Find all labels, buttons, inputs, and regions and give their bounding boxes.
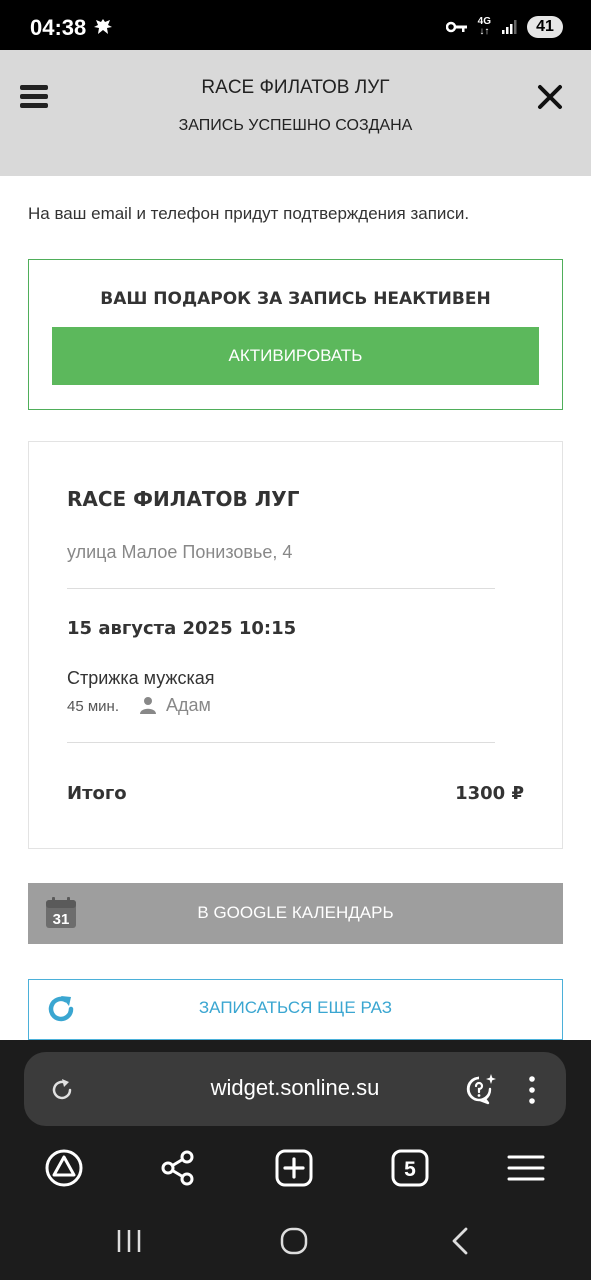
recents-icon[interactable] <box>114 1226 144 1256</box>
total-value: 1300 ₽ <box>455 783 524 804</box>
browser-nav-row: 5 <box>0 1148 591 1192</box>
status-indicators: 4G ↓↑ 41 <box>445 15 563 39</box>
booking-datetime: 15 августа 2025 10:15 <box>67 618 297 639</box>
salon-address: улица Малое Понизовье, 4 <box>67 542 293 562</box>
master-name: Адам <box>166 695 211 715</box>
status-time: 04:38 <box>30 15 87 40</box>
salon-name: RACE ФИЛАТОВ ЛУГ <box>67 487 300 511</box>
page-header: RACE ФИЛАТОВ ЛУГ ЗАПИСЬ УСПЕШНО СОЗДАНА <box>0 50 591 176</box>
network-indicator: 4G ↓↑ <box>477 16 491 37</box>
battery-badge: 41 <box>527 16 563 38</box>
person-icon <box>140 697 156 714</box>
system-nav-bar <box>0 1216 591 1276</box>
more-vertical-icon[interactable] <box>527 1074 537 1106</box>
hamburger-icon[interactable] <box>506 1148 546 1188</box>
close-icon[interactable] <box>537 84 563 110</box>
main-content: На ваш email и телефон придут подтвержде… <box>0 176 591 1040</box>
circle-home-icon[interactable] <box>279 1226 309 1256</box>
divider <box>67 742 495 743</box>
activate-button[interactable]: АКТИВИРОВАТЬ <box>52 327 539 385</box>
vpn-key-icon <box>445 21 467 33</box>
plus-box-icon[interactable] <box>274 1148 314 1188</box>
book-again-button[interactable]: ЗАПИСАТЬСЯ ЕЩЕ РАЗ <box>28 979 563 1040</box>
page-subtitle: ЗАПИСЬ УСПЕШНО СОЗДАНА <box>178 117 413 134</box>
gift-card: ВАШ ПОДАРОК ЗА ЗАПИСЬ НЕАКТИВЕН АКТИВИРО… <box>28 259 563 410</box>
assistant-sparkle-icon[interactable] <box>464 1072 498 1106</box>
share-icon[interactable] <box>158 1148 198 1188</box>
tabs-icon[interactable]: 5 <box>390 1148 430 1188</box>
gift-title: ВАШ ПОДАРОК ЗА ЗАПИСЬ НЕАКТИВЕН <box>100 289 491 309</box>
tab-count: 5 <box>404 1158 416 1181</box>
browser-toolbar: widget.sonline.su 5 <box>0 1040 591 1280</box>
book-again-label: ЗАПИСАТЬСЯ ЕЩЕ РАЗ <box>198 998 393 1017</box>
booking-summary: RACE ФИЛАТОВ ЛУГ улица Малое Понизовье, … <box>28 441 563 849</box>
emblem-icon <box>94 19 112 34</box>
divider <box>67 588 495 589</box>
status-bar: 04:38 4G ↓↑ 41 <box>0 0 591 50</box>
address-bar[interactable]: widget.sonline.su <box>24 1052 566 1126</box>
total-label: Итого <box>67 783 127 804</box>
google-calendar-button[interactable]: 31 В GOOGLE КАЛЕНДАРЬ <box>28 883 563 944</box>
confirmation-notice: На ваш email и телефон придут подтвержде… <box>28 204 470 223</box>
home-icon[interactable] <box>44 1148 84 1188</box>
signal-icon <box>502 20 517 34</box>
service-name: Стрижка мужская <box>67 668 215 688</box>
page-title: RACE ФИЛАТОВ ЛУГ <box>201 77 390 98</box>
service-duration: 45 мин. <box>67 698 119 715</box>
back-chevron-icon[interactable] <box>446 1226 476 1256</box>
google-calendar-label: В GOOGLE КАЛЕНДАРЬ <box>197 903 394 922</box>
